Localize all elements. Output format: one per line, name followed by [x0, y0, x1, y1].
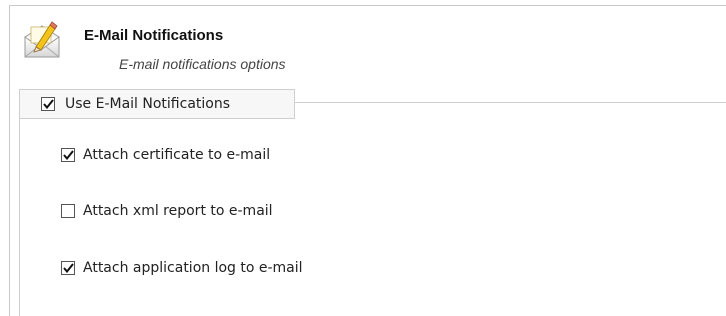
- envelope-pencil-icon: [22, 21, 62, 61]
- page-subtitle: E-mail notifications options: [119, 56, 286, 72]
- page-title: E-Mail Notifications: [84, 27, 224, 44]
- checkmark-icon: [62, 150, 74, 160]
- checkmark-icon: [42, 99, 54, 109]
- attach-application-log-checkbox[interactable]: [61, 261, 75, 275]
- use-email-notifications-checkbox[interactable]: [41, 97, 55, 111]
- attach-certificate-checkbox[interactable]: [61, 148, 75, 162]
- use-email-notifications-toggle[interactable]: Use E-Mail Notifications: [19, 89, 295, 119]
- attach-certificate-label: Attach certificate to e-mail: [83, 147, 271, 163]
- attach-xml-report-checkbox[interactable]: [61, 204, 75, 218]
- attach-application-log-label: Attach application log to e-mail: [83, 260, 303, 276]
- option-attach-xml-report[interactable]: Attach xml report to e-mail: [61, 203, 273, 219]
- option-attach-certificate[interactable]: Attach certificate to e-mail: [61, 147, 270, 163]
- checkmark-icon: [62, 263, 74, 273]
- option-attach-application-log[interactable]: Attach application log to e-mail: [61, 260, 303, 276]
- attach-xml-report-label: Attach xml report to e-mail: [83, 203, 273, 219]
- use-email-notifications-label: Use E-Mail Notifications: [65, 96, 231, 112]
